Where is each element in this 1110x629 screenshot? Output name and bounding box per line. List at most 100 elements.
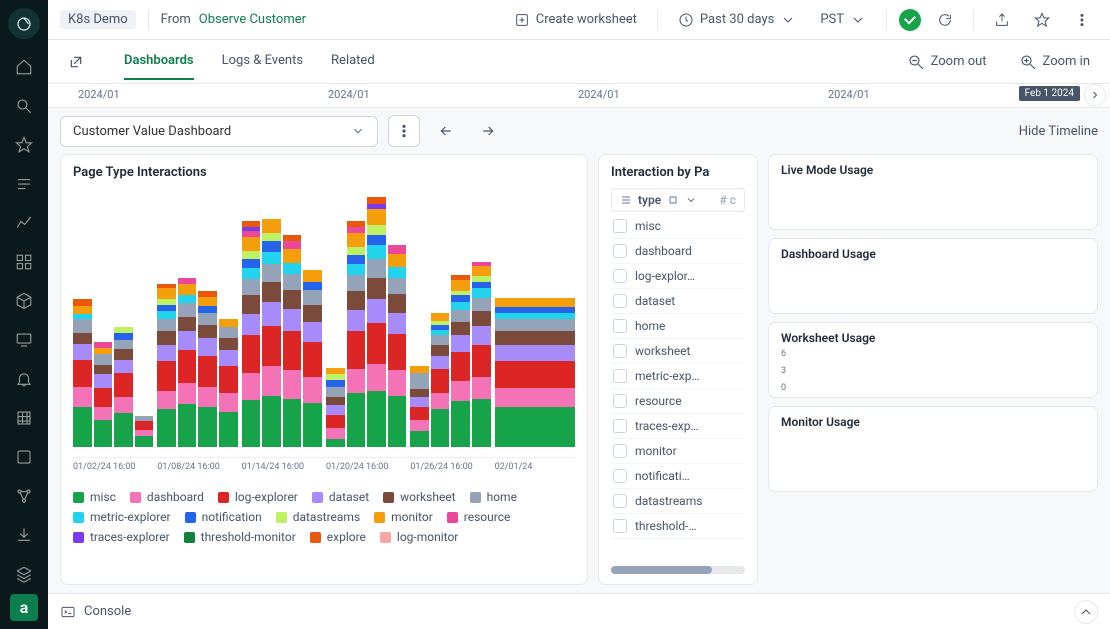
nav-download-icon[interactable] [4, 516, 44, 555]
checkbox[interactable] [613, 419, 627, 433]
interaction-list[interactable]: miscdashboardlog-explor…datasethomeworks… [611, 214, 745, 560]
legend-item[interactable]: traces-explorer [73, 530, 170, 544]
time-range-picker[interactable]: Past 30 days [670, 8, 804, 32]
timezone-picker[interactable]: PST [812, 8, 874, 32]
arrow-right-icon [480, 123, 496, 139]
legend-item[interactable]: datastreams [276, 510, 360, 524]
create-worksheet-button[interactable]: Create worksheet [506, 8, 645, 32]
checkbox[interactable] [613, 319, 627, 333]
list-item[interactable]: log-explor… [611, 264, 745, 289]
nav-back-button[interactable] [430, 115, 462, 147]
nav-grid-icon[interactable] [4, 399, 44, 438]
checkbox[interactable] [613, 269, 627, 283]
nav-graph-icon[interactable] [4, 477, 44, 516]
list-item[interactable]: dashboard [611, 239, 745, 264]
console-label[interactable]: Console [84, 604, 131, 619]
more-menu-button[interactable] [1066, 8, 1098, 32]
legend-item[interactable]: home [470, 490, 517, 504]
tab-logs-events[interactable]: Logs & Events [222, 43, 303, 80]
nav-dashboards-icon[interactable] [4, 242, 44, 281]
favorite-button[interactable] [1026, 8, 1058, 32]
checkbox[interactable] [613, 519, 627, 533]
app-logo[interactable] [8, 8, 40, 39]
timeline-tick: 2024/01 [828, 88, 870, 101]
zoom-out-icon [907, 53, 925, 71]
interaction-by-page-card: Interaction by Pa type # c miscdashboard… [598, 154, 758, 585]
legend-item[interactable]: worksheet [383, 490, 455, 504]
nav-package-icon[interactable] [4, 281, 44, 320]
dashboard-usage-chart[interactable] [781, 265, 1085, 309]
checkbox[interactable] [613, 444, 627, 458]
horizontal-scrollbar[interactable] [611, 566, 745, 574]
list-item[interactable]: threshold-… [611, 514, 745, 539]
checkbox[interactable] [613, 394, 627, 408]
legend-item[interactable]: monitor [374, 510, 433, 524]
stacked-bar-chart[interactable] [73, 188, 575, 458]
nav-metrics-icon[interactable] [4, 203, 44, 242]
chart-x-axis: 01/02/24 16:0001/08/24 16:0001/14/24 16:… [73, 462, 575, 472]
list-icon [620, 194, 632, 206]
nav-forward-button[interactable] [472, 115, 504, 147]
app-switcher-badge[interactable]: a [10, 594, 38, 621]
nav-search-icon[interactable] [4, 86, 44, 125]
zoom-in-button[interactable]: Zoom in [1011, 49, 1098, 75]
nav-home-icon[interactable] [4, 47, 44, 86]
checkbox[interactable] [613, 344, 627, 358]
legend-swatch [447, 512, 458, 523]
legend-item[interactable]: explore [310, 530, 366, 544]
legend-swatch [185, 512, 196, 523]
refresh-button[interactable] [929, 8, 961, 32]
nav-star-icon[interactable] [4, 125, 44, 164]
left-sidebar: a [0, 0, 48, 629]
legend-item[interactable]: misc [73, 490, 116, 504]
monitor-usage-chart[interactable] [781, 433, 1085, 487]
legend-item[interactable]: dashboard [130, 490, 204, 504]
hide-timeline-button[interactable]: Hide Timeline [1019, 124, 1098, 139]
nav-worksheet-icon[interactable] [4, 438, 44, 477]
legend-item[interactable]: notification [185, 510, 262, 524]
nav-monitor-icon[interactable] [4, 320, 44, 359]
list-item[interactable]: home [611, 314, 745, 339]
timeline-ruler[interactable]: 2024/01 2024/01 2024/01 2024/01 Feb 1 20… [48, 84, 1110, 108]
checkbox[interactable] [613, 219, 627, 233]
legend-item[interactable]: metric-explorer [73, 510, 171, 524]
checkbox[interactable] [613, 469, 627, 483]
live-mode-chart[interactable] [781, 181, 1085, 225]
share-button[interactable] [986, 8, 1018, 32]
list-item[interactable]: datastreams [611, 489, 745, 514]
legend-item[interactable]: log-explorer [218, 490, 298, 504]
zoom-out-button[interactable]: Zoom out [899, 49, 995, 75]
checkbox[interactable] [613, 244, 627, 258]
nav-logs-icon[interactable] [4, 164, 44, 203]
legend-swatch [470, 492, 481, 503]
list-item[interactable]: notificati… [611, 464, 745, 489]
arrow-left-icon [438, 123, 454, 139]
nav-bell-icon[interactable] [4, 359, 44, 398]
list-item[interactable]: traces-exp… [611, 414, 745, 439]
customer-link[interactable]: Observe Customer [199, 12, 306, 27]
list-item[interactable]: monitor [611, 439, 745, 464]
timeline-next-button[interactable] [1084, 84, 1106, 106]
open-external-button[interactable] [60, 46, 92, 78]
legend-item[interactable]: log-monitor [380, 530, 458, 544]
tab-related[interactable]: Related [331, 43, 375, 80]
list-item[interactable]: metric-exp… [611, 364, 745, 389]
nav-layers-icon[interactable] [4, 555, 44, 594]
checkbox[interactable] [613, 294, 627, 308]
list-item[interactable]: dataset [611, 289, 745, 314]
expand-console-button[interactable] [1074, 600, 1098, 624]
list-item[interactable]: resource [611, 389, 745, 414]
legend-item[interactable]: resource [447, 510, 511, 524]
chevron-down-icon [850, 12, 866, 28]
dashboard-selector[interactable]: Customer Value Dashboard [60, 116, 378, 147]
dashboard-more-button[interactable] [388, 115, 420, 147]
checkbox[interactable] [613, 369, 627, 383]
worksheet-usage-chart[interactable]: 6 3 0 [781, 349, 1085, 393]
checkbox[interactable] [613, 494, 627, 508]
list-header[interactable]: type # c [611, 188, 745, 212]
list-item[interactable]: misc [611, 214, 745, 239]
legend-item[interactable]: threshold-monitor [184, 530, 296, 544]
legend-item[interactable]: dataset [312, 490, 369, 504]
list-item[interactable]: worksheet [611, 339, 745, 364]
tab-dashboards[interactable]: Dashboards [124, 43, 194, 80]
